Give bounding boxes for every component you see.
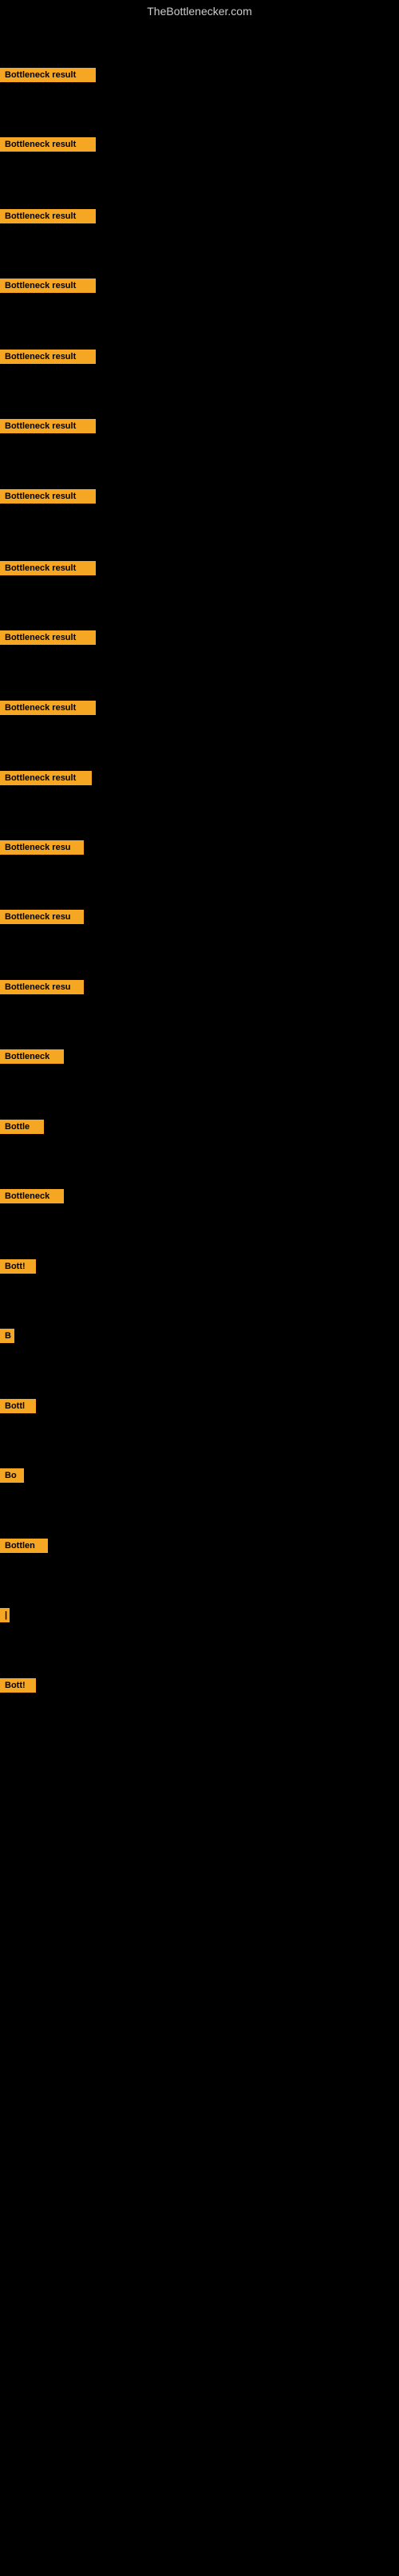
bottleneck-result-label: Bottlen	[0, 1539, 48, 1553]
bottleneck-result-label: Bott!	[0, 1259, 36, 1274]
bottleneck-result-label: Bottleneck result	[0, 137, 96, 152]
bottleneck-result-label: Bottleneck resu	[0, 980, 84, 994]
bottleneck-result-label: Bottleneck result	[0, 561, 96, 575]
bottleneck-result-label: Bottleneck result	[0, 489, 96, 504]
bottleneck-result-label: Bottl	[0, 1399, 36, 1413]
bottleneck-result-label: Bottleneck	[0, 1189, 64, 1203]
bottleneck-result-label: Bott!	[0, 1678, 36, 1693]
bottleneck-result-label: Bottleneck result	[0, 630, 96, 645]
bottleneck-result-label: Bottleneck result	[0, 350, 96, 364]
bottleneck-result-label: Bottle	[0, 1120, 44, 1134]
bottleneck-result-label: Bottleneck result	[0, 209, 96, 223]
site-title: TheBottlenecker.com	[0, 0, 399, 22]
bottleneck-result-label: Bo	[0, 1468, 24, 1483]
bottleneck-result-label: Bottleneck resu	[0, 910, 84, 924]
bottleneck-result-label: |	[0, 1608, 10, 1622]
bottleneck-result-label: Bottleneck result	[0, 701, 96, 715]
bottleneck-result-label: Bottleneck result	[0, 771, 92, 785]
bottleneck-result-label: B	[0, 1329, 14, 1343]
bottleneck-result-label: Bottleneck result	[0, 279, 96, 293]
bottleneck-result-label: Bottleneck result	[0, 419, 96, 433]
bottleneck-result-label: Bottleneck	[0, 1049, 64, 1064]
bottleneck-result-label: Bottleneck resu	[0, 840, 84, 855]
bottleneck-result-label: Bottleneck result	[0, 68, 96, 82]
